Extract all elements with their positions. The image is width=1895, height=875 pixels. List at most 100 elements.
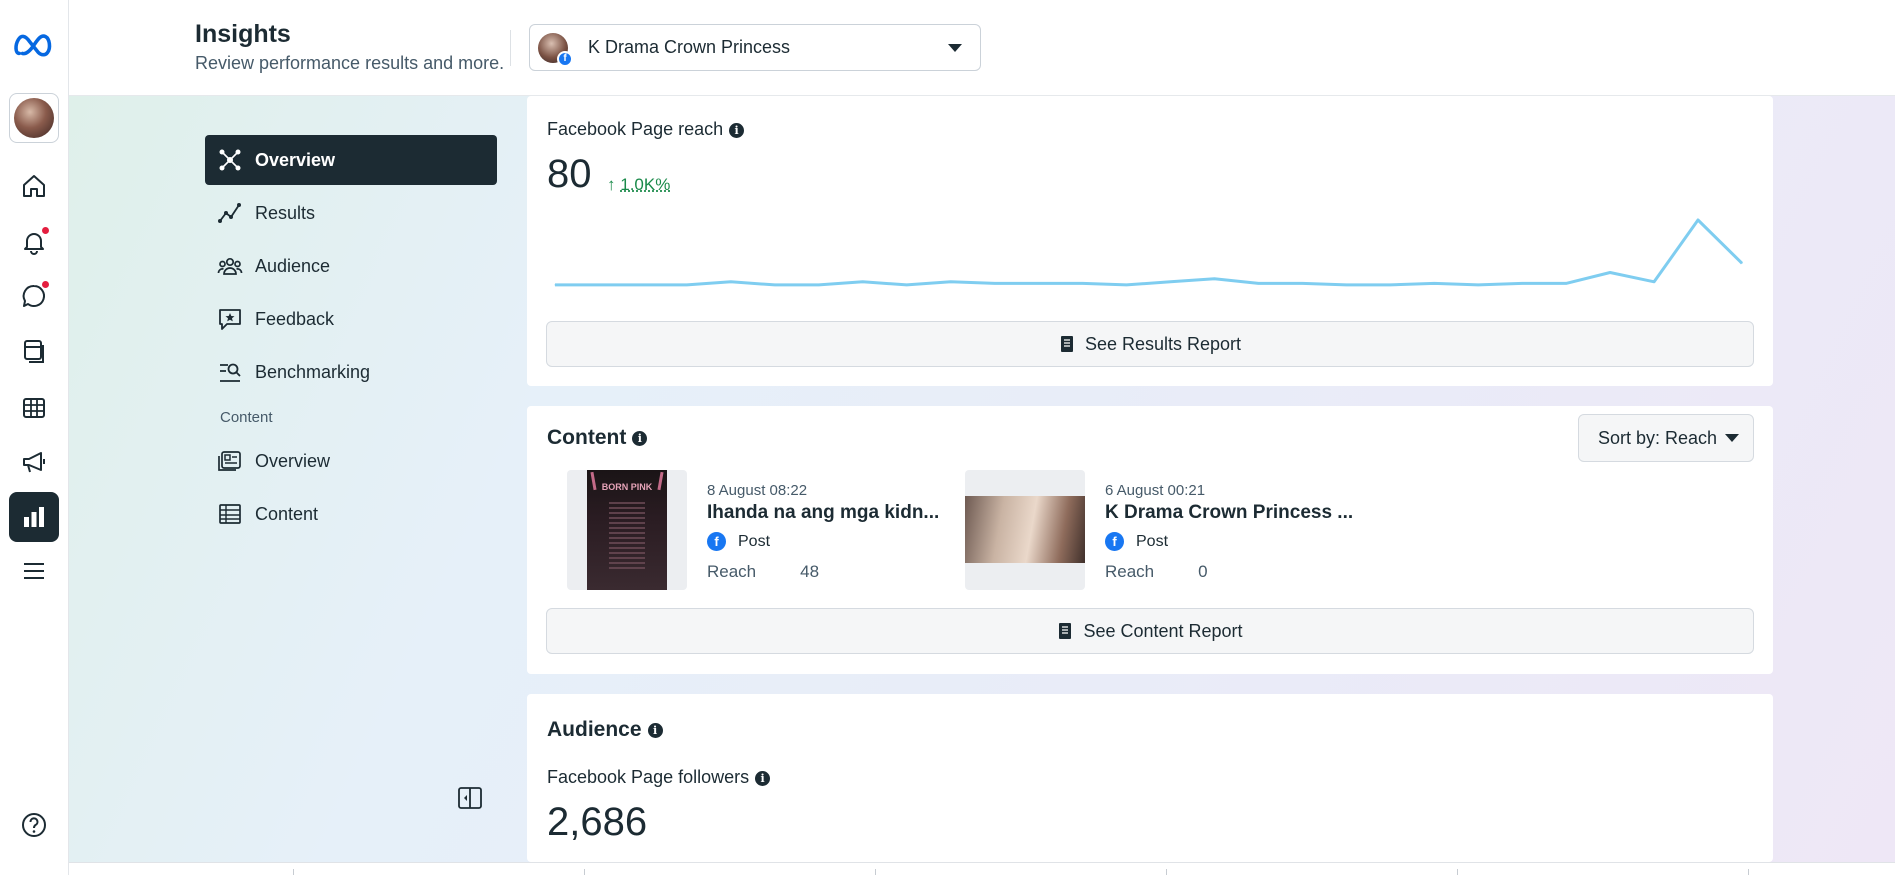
reach-data-point bbox=[1345, 284, 1347, 286]
pages-icon[interactable] bbox=[9, 326, 59, 376]
post-type-label: Post bbox=[738, 532, 771, 550]
post-metric: Reach 48 bbox=[707, 562, 819, 582]
post-thumbnail bbox=[965, 470, 1085, 590]
nav-label: Content bbox=[255, 503, 319, 524]
poster-title: BORN PINK bbox=[601, 482, 653, 492]
post-text[interactable]: Ihanda na ang mga kidn... bbox=[707, 502, 939, 524]
content-card: Content i Sort by: Reach BORN PINK 8 Augu… bbox=[527, 406, 1773, 674]
info-icon[interactable]: i bbox=[632, 430, 648, 446]
reach-data-point bbox=[1521, 282, 1523, 284]
reach-data-point bbox=[1257, 282, 1259, 284]
post-type: f Post bbox=[1105, 532, 1168, 551]
reach-data-point bbox=[554, 284, 556, 286]
info-icon[interactable]: i bbox=[729, 122, 745, 138]
header-divider bbox=[510, 30, 511, 66]
info-icon[interactable]: i bbox=[755, 770, 771, 786]
info-icon[interactable]: i bbox=[647, 722, 663, 738]
overview-icon bbox=[219, 149, 241, 171]
see-content-report-button[interactable]: See Content Report bbox=[546, 608, 1754, 654]
results-icon bbox=[218, 203, 241, 223]
sort-dropdown[interactable]: Sort by: Reach bbox=[1578, 414, 1754, 462]
left-rail bbox=[0, 0, 69, 875]
menu-icon[interactable] bbox=[9, 546, 59, 596]
axis-tick bbox=[1457, 869, 1458, 875]
nav-label: Overview bbox=[255, 450, 331, 471]
nav-item-benchmarking[interactable]: Benchmarking bbox=[205, 347, 497, 397]
reach-delta: ↑ 1.0K% bbox=[607, 175, 670, 195]
bottom-axis-strip bbox=[69, 862, 1895, 875]
reach-label: Facebook Page reach bbox=[547, 119, 724, 139]
reach-data-point bbox=[1433, 282, 1435, 284]
poster-lines bbox=[609, 502, 645, 572]
reach-data-point bbox=[730, 281, 732, 283]
reach-value: 80 bbox=[547, 152, 592, 196]
message-dot bbox=[42, 281, 49, 288]
arrow-up-icon: ↑ bbox=[607, 175, 616, 194]
nav-item-results[interactable]: Results bbox=[205, 188, 497, 238]
post-type: f Post bbox=[707, 532, 770, 551]
meta-logo-icon bbox=[14, 34, 52, 57]
content-title-wrap: Content i bbox=[547, 426, 648, 450]
reach-line-chart bbox=[554, 218, 1744, 287]
followers-value: 2,686 bbox=[547, 800, 648, 844]
messages-icon[interactable] bbox=[9, 271, 59, 321]
nav-section-content: Content bbox=[220, 409, 273, 426]
nav-label: Benchmarking bbox=[255, 361, 371, 382]
megaphone-icon[interactable] bbox=[9, 437, 59, 487]
avatar-image bbox=[14, 98, 54, 138]
list-item[interactable]: 6 August 00:21 K Drama Crown Princess ..… bbox=[965, 470, 1353, 592]
meta-logo[interactable] bbox=[9, 20, 59, 70]
nav-label: Feedback bbox=[255, 308, 335, 329]
list-item[interactable]: BORN PINK 8 August 08:22 Ihanda na ang m… bbox=[567, 470, 947, 592]
profile-avatar[interactable] bbox=[9, 93, 59, 143]
reach-data-point bbox=[1653, 281, 1655, 283]
chevron-down-icon bbox=[948, 43, 962, 52]
audience-title-wrap: Audience i bbox=[547, 718, 663, 742]
nav-item-overview[interactable]: Overview bbox=[205, 135, 497, 185]
top-header: Insights Review performance results and … bbox=[69, 0, 1895, 96]
nav-item-content-overview[interactable]: Overview bbox=[205, 436, 497, 486]
post-type-label: Post bbox=[1136, 532, 1169, 550]
facebook-badge-icon: f bbox=[557, 50, 573, 67]
feedback-icon bbox=[219, 309, 241, 330]
page-selector-dropdown[interactable]: f K Drama Crown Princess bbox=[529, 24, 981, 71]
benchmarking-icon bbox=[220, 363, 241, 382]
axis-tick bbox=[1748, 869, 1749, 875]
audience-card: Audience i Facebook Page followers i 2,686 bbox=[527, 694, 1773, 862]
help-icon[interactable] bbox=[9, 800, 59, 850]
axis-tick bbox=[1166, 869, 1167, 875]
insights-icon[interactable] bbox=[9, 492, 59, 542]
insights-nav: Overview Results Audience Feedback Bench… bbox=[205, 135, 497, 542]
facebook-icon: f bbox=[707, 532, 726, 551]
reach-data-point bbox=[906, 284, 908, 286]
metric-value: 0 bbox=[1198, 562, 1208, 581]
reach-delta-value: 1.0K% bbox=[620, 175, 671, 194]
report-label: See Content Report bbox=[1083, 620, 1243, 641]
post-text[interactable]: K Drama Crown Princess ... bbox=[1105, 502, 1353, 524]
nav-item-feedback[interactable]: Feedback bbox=[205, 294, 497, 344]
nav-item-content[interactable]: Content bbox=[205, 489, 497, 539]
table-icon[interactable] bbox=[9, 383, 59, 433]
collapse-sidebar-icon[interactable] bbox=[457, 786, 483, 810]
notifications-icon[interactable] bbox=[9, 217, 59, 267]
metric-value: 48 bbox=[800, 562, 820, 581]
see-results-report-button[interactable]: See Results Report bbox=[546, 321, 1754, 367]
content-overview-icon bbox=[218, 451, 241, 471]
reach-label-wrap: Facebook Page reach i bbox=[547, 119, 745, 140]
reach-data-point bbox=[1741, 262, 1743, 264]
reach-data-point bbox=[818, 284, 820, 286]
reach-data-point bbox=[1477, 284, 1479, 286]
home-icon[interactable] bbox=[9, 161, 59, 211]
reach-data-point bbox=[1609, 272, 1611, 274]
post-date: 6 August 00:21 bbox=[1105, 482, 1206, 499]
report-label: See Results Report bbox=[1084, 333, 1242, 354]
axis-tick bbox=[293, 869, 294, 875]
axis-tick bbox=[875, 869, 876, 875]
followers-label-wrap: Facebook Page followers i bbox=[547, 767, 771, 788]
audience-icon bbox=[217, 257, 243, 275]
nav-item-audience[interactable]: Audience bbox=[205, 241, 497, 291]
notification-dot bbox=[42, 227, 49, 234]
audience-title: Audience bbox=[547, 718, 642, 741]
reach-series-line bbox=[555, 218, 1744, 287]
content-title: Content bbox=[547, 426, 627, 449]
